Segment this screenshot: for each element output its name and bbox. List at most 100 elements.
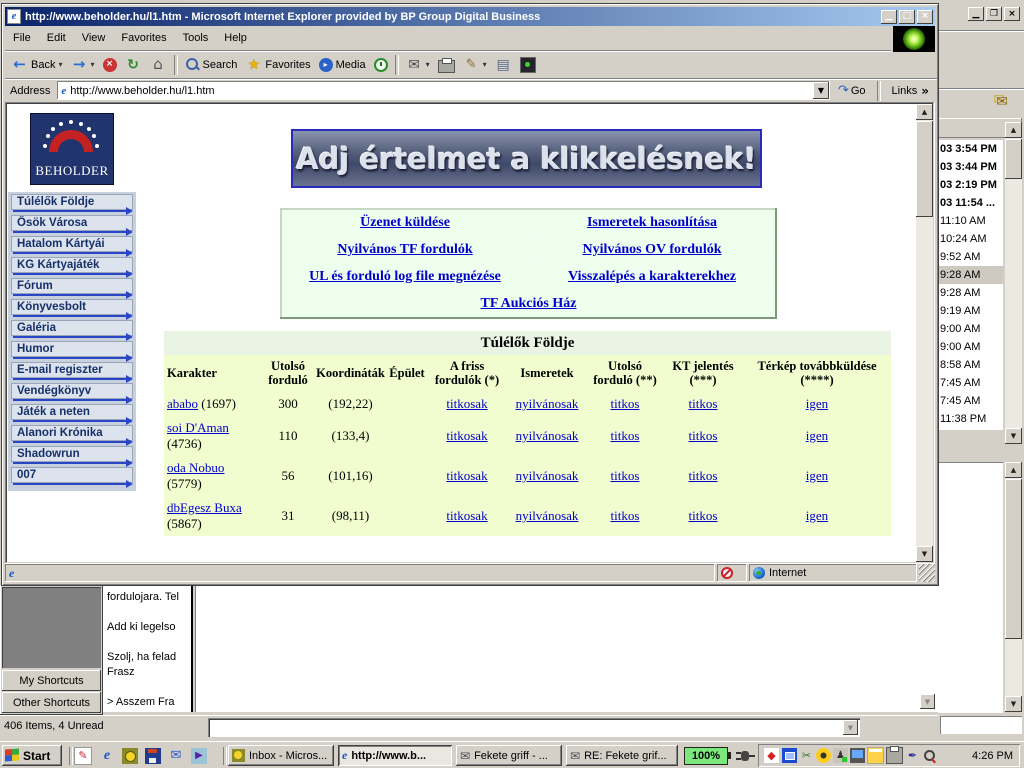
tray-display-icon[interactable]	[782, 748, 797, 763]
edit-button[interactable]: ✎ ▾	[459, 52, 491, 78]
scroll-down-icon[interactable]: ▼	[1005, 696, 1022, 712]
chevron-down-icon[interactable]: ▾	[90, 60, 94, 69]
message-time-list[interactable]: 03 3:54 PM03 3:44 PM03 2:19 PM03 11:54 .…	[938, 140, 1003, 430]
tray-user-agent-icon[interactable]: ♟	[833, 748, 848, 763]
page-scrollbar[interactable]: ▲ ▼	[916, 104, 933, 562]
start-button[interactable]: Start	[2, 745, 62, 766]
fresh-turns-link[interactable]: titkosak	[446, 468, 487, 483]
menu-file[interactable]: File	[5, 30, 39, 46]
kt-report-link[interactable]: titkos	[689, 508, 718, 523]
last-turn-link[interactable]: titkos	[611, 396, 640, 411]
address-dropdown-icon[interactable]: ▼	[813, 82, 829, 99]
tray-icq-icon[interactable]	[816, 748, 831, 763]
menu-help[interactable]: Help	[216, 30, 255, 46]
quick-link[interactable]: Nyilvános OV fordulók	[583, 242, 722, 257]
quick-link[interactable]: TF Aukciós Ház	[481, 296, 577, 311]
tray-printer-icon[interactable]	[886, 747, 903, 764]
floppy-icon[interactable]	[145, 748, 161, 764]
restore-icon[interactable]: ❐	[986, 7, 1002, 21]
sidebar-item[interactable]: Vendégkönyv	[10, 383, 134, 403]
outlook-bottom-input[interactable]: ▼	[208, 718, 860, 737]
sidebar-item[interactable]: Hatalom Kártyái	[10, 236, 134, 256]
refresh-button[interactable]: ↻	[121, 52, 146, 78]
character-link[interactable]: oda Nobuo	[167, 460, 224, 475]
message-preview-pane[interactable]: fordulojara. TelAdd ki legelsoSzolj, ha …	[103, 585, 193, 712]
reading-pane-scrollbar[interactable]: ▲ ▼	[1005, 462, 1022, 712]
sidebar-item[interactable]: KG Kártyajáték	[10, 257, 134, 277]
message-time[interactable]: 9:28 AM	[938, 284, 1003, 302]
tray-app-window-icon[interactable]	[867, 747, 884, 764]
scroll-up-icon[interactable]: ▲	[1005, 462, 1022, 478]
message-time[interactable]: 7:45 AM	[938, 374, 1003, 392]
quick-link[interactable]: Üzenet küldése	[360, 215, 450, 230]
quick-link[interactable]: Ismeretek hasonlítása	[587, 215, 717, 230]
fresh-turns-link[interactable]: titkosak	[446, 508, 487, 523]
taskbar-clock[interactable]: 4:26 PM	[972, 750, 1015, 762]
other-shortcuts-button[interactable]: Other Shortcuts	[2, 692, 101, 713]
print-button[interactable]	[434, 52, 459, 78]
character-link[interactable]: soi D'Aman	[167, 420, 229, 435]
message-time[interactable]: 03 3:44 PM	[938, 158, 1003, 176]
message-time[interactable]: 7:45 AM	[938, 392, 1003, 410]
minimize-icon[interactable]: ▁	[968, 7, 984, 21]
links-bar[interactable]: Links »	[884, 81, 935, 101]
last-turn-link[interactable]: titkos	[611, 428, 640, 443]
fresh-turns-link[interactable]: titkosak	[446, 428, 487, 443]
task-button-mail-1[interactable]: ✉ Fekete griff - ...	[456, 745, 562, 766]
map-forward-link[interactable]: igen	[806, 428, 828, 443]
sidebar-item[interactable]: Játék a neten	[10, 404, 134, 424]
message-time[interactable]: 10:24 AM	[938, 230, 1003, 248]
menu-favorites[interactable]: Favorites	[113, 30, 174, 46]
menu-view[interactable]: View	[74, 30, 114, 46]
tray-pen-icon[interactable]: ✒	[905, 748, 920, 763]
message-list-scrollbar[interactable]: ▲ ▼	[1005, 122, 1022, 444]
map-forward-link[interactable]: igen	[806, 396, 828, 411]
reading-pane[interactable]: ▼	[195, 585, 938, 712]
kt-report-link[interactable]: titkos	[689, 468, 718, 483]
search-button[interactable]: Search	[181, 52, 242, 78]
media-player-icon[interactable]: ▶	[191, 748, 207, 764]
scroll-up-icon[interactable]: ▲	[916, 104, 933, 120]
message-time[interactable]: 03 3:54 PM	[938, 140, 1003, 158]
scroll-up-icon[interactable]: ▲	[1005, 122, 1022, 138]
message-time[interactable]: 11:10 AM	[938, 212, 1003, 230]
minimize-icon[interactable]: ▁	[881, 10, 897, 24]
scroll-down-icon[interactable]: ▼	[920, 694, 935, 709]
mail-button[interactable]: ✉ ▾	[402, 52, 434, 78]
chevron-down-icon[interactable]: ▾	[426, 60, 430, 69]
sidebar-item[interactable]: Humor	[10, 341, 134, 361]
menu-tools[interactable]: Tools	[175, 30, 217, 46]
fresh-turns-link[interactable]: titkosak	[446, 396, 487, 411]
scroll-down-icon[interactable]: ▼	[916, 546, 933, 562]
message-time[interactable]: 8:58 AM	[938, 356, 1003, 374]
map-forward-link[interactable]: igen	[806, 468, 828, 483]
chevron-down-icon[interactable]: ▾	[483, 60, 487, 69]
knowledge-link[interactable]: nyilvánosak	[516, 508, 579, 523]
knowledge-link[interactable]: nyilvánosak	[516, 468, 579, 483]
kt-report-link[interactable]: titkos	[689, 396, 718, 411]
scrollbar-thumb[interactable]	[1005, 139, 1022, 179]
menu-edit[interactable]: Edit	[39, 30, 74, 46]
stop-button[interactable]: ×	[99, 52, 121, 78]
close-icon[interactable]: ×	[1004, 7, 1020, 21]
ie-launch-icon[interactable]: e	[99, 748, 115, 764]
quick-link[interactable]: Visszalépés a karakterekhez	[568, 269, 736, 284]
maximize-icon[interactable]: □	[899, 10, 915, 24]
last-turn-link[interactable]: titkos	[611, 508, 640, 523]
my-shortcuts-button[interactable]: My Shortcuts	[2, 670, 101, 691]
message-time[interactable]: 11:38 PM	[938, 410, 1003, 428]
media-button[interactable]: ▸ Media	[315, 52, 370, 78]
go-button[interactable]: ↷ Go	[830, 81, 874, 101]
scrollbar-thumb[interactable]	[916, 121, 933, 217]
message-time[interactable]: 9:00 AM	[938, 320, 1003, 338]
task-button-browser[interactable]: e http://www.b...	[338, 745, 452, 766]
address-input[interactable]: e http://www.beholder.hu/l1.htm ▼	[57, 81, 830, 100]
message-time[interactable]: 03 2:19 PM	[938, 176, 1003, 194]
home-button[interactable]: ⌂	[146, 52, 171, 78]
knowledge-link[interactable]: nyilvánosak	[516, 396, 579, 411]
discuss-button[interactable]: ▤	[491, 52, 516, 78]
sidebar-item[interactable]: E-mail regiszter	[10, 362, 134, 382]
tray-antivirus-icon[interactable]: ◆	[763, 747, 780, 764]
banner-ad[interactable]: Adj értelmet a klikkelésnek!	[291, 129, 762, 188]
character-link[interactable]: ababo	[167, 396, 198, 411]
